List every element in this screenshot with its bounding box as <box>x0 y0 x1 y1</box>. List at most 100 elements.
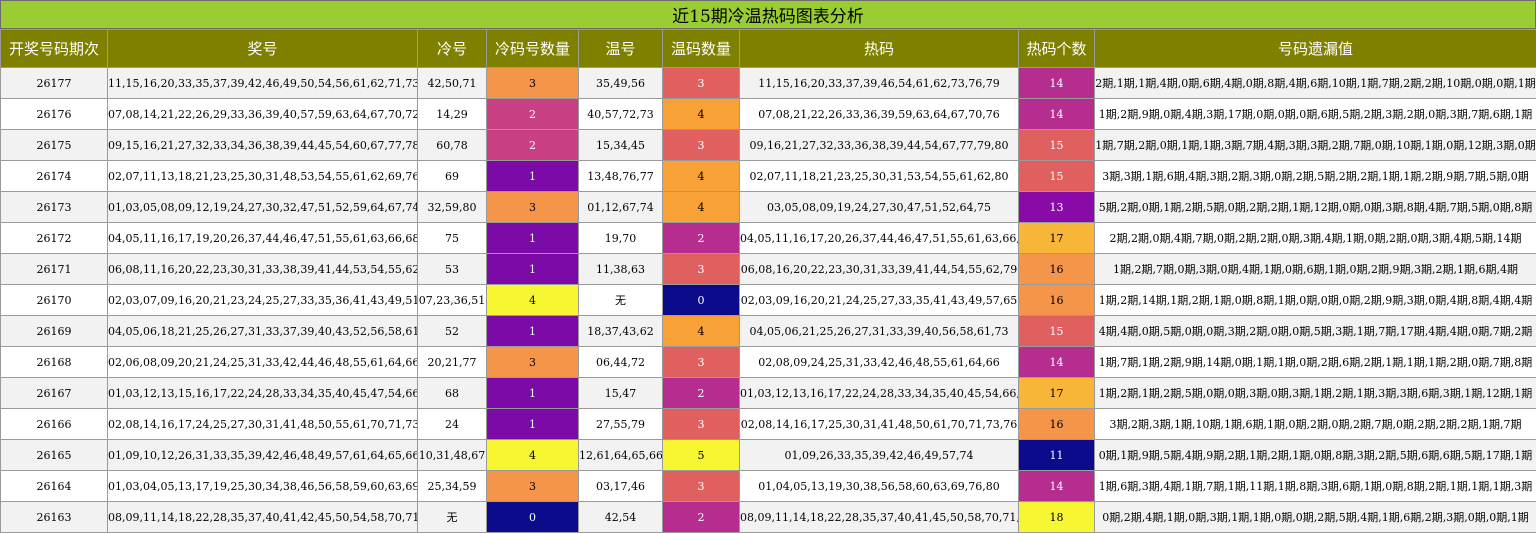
cell-cold: 25,34,59 <box>418 471 487 502</box>
cell-period: 26176 <box>1 99 108 130</box>
header-hot-count: 热码个数 <box>1019 30 1095 68</box>
table-row: 2616802,06,08,09,20,21,24,25,31,33,42,44… <box>1 347 1536 378</box>
cell-period: 26163 <box>1 502 108 533</box>
cell-hot: 01,04,05,13,19,30,38,56,58,60,63,69,76,8… <box>740 471 1019 502</box>
cell-warm-count: 4 <box>663 161 740 192</box>
cell-cold-count: 3 <box>487 347 579 378</box>
cell-warm: 15,47 <box>579 378 663 409</box>
cell-cold-count: 2 <box>487 130 579 161</box>
cell-hot: 02,08,09,24,25,31,33,42,46,48,55,61,64,6… <box>740 347 1019 378</box>
page-title: 近15期冷温热码图表分析 <box>0 0 1536 29</box>
cell-missing: 4期,4期,0期,5期,0期,0期,3期,2期,0期,0期,5期,3期,1期,7… <box>1095 316 1536 347</box>
cell-hot: 04,05,06,21,25,26,27,31,33,39,40,56,58,6… <box>740 316 1019 347</box>
cell-missing: 1期,2期,1期,2期,5期,0期,0期,3期,0期,3期,1期,2期,1期,3… <box>1095 378 1536 409</box>
cell-missing: 5期,2期,0期,1期,2期,5期,0期,2期,2期,1期,12期,0期,0期,… <box>1095 192 1536 223</box>
cell-warm-count: 3 <box>663 68 740 99</box>
cell-hot-count: 18 <box>1019 502 1095 533</box>
header-cold-count: 冷码号数量 <box>487 30 579 68</box>
cell-hot-count: 16 <box>1019 254 1095 285</box>
header-warm: 温号 <box>579 30 663 68</box>
cell-cold-count: 1 <box>487 316 579 347</box>
header-hot: 热码 <box>740 30 1019 68</box>
cell-hot-count: 11 <box>1019 440 1095 471</box>
table-row: 2617106,08,11,16,20,22,23,30,31,33,38,39… <box>1 254 1536 285</box>
cell-numbers: 02,08,14,16,17,24,25,27,30,31,41,48,50,5… <box>108 409 418 440</box>
cell-period: 26170 <box>1 285 108 316</box>
cell-hot: 01,09,26,33,35,39,42,46,49,57,74 <box>740 440 1019 471</box>
table-row: 2617301,03,05,08,09,12,19,24,27,30,32,47… <box>1 192 1536 223</box>
cell-period: 26174 <box>1 161 108 192</box>
cell-numbers: 08,09,11,14,18,22,28,35,37,40,41,42,45,5… <box>108 502 418 533</box>
cell-warm-count: 4 <box>663 99 740 130</box>
cell-cold: 20,21,77 <box>418 347 487 378</box>
cell-cold: 75 <box>418 223 487 254</box>
cell-numbers: 04,05,06,18,21,25,26,27,31,33,37,39,40,4… <box>108 316 418 347</box>
cell-missing: 0期,1期,9期,5期,4期,9期,2期,1期,2期,1期,0期,8期,3期,2… <box>1095 440 1536 471</box>
cell-hot: 04,05,11,16,17,20,26,37,44,46,47,51,55,6… <box>740 223 1019 254</box>
cell-warm: 27,55,79 <box>579 409 663 440</box>
table-row: 2616602,08,14,16,17,24,25,27,30,31,41,48… <box>1 409 1536 440</box>
cell-warm-count: 3 <box>663 409 740 440</box>
cell-hot-count: 14 <box>1019 99 1095 130</box>
cell-warm-count: 0 <box>663 285 740 316</box>
cell-hot-count: 16 <box>1019 285 1095 316</box>
cell-missing: 3期,3期,1期,6期,4期,3期,2期,3期,0期,2期,5期,2期,2期,1… <box>1095 161 1536 192</box>
table-row: 2617607,08,14,21,22,26,29,33,36,39,40,57… <box>1 99 1536 130</box>
cell-warm-count: 3 <box>663 130 740 161</box>
cell-missing: 1期,7期,1期,2期,9期,14期,0期,1期,1期,0期,2期,6期,2期,… <box>1095 347 1536 378</box>
cell-period: 26172 <box>1 223 108 254</box>
cell-hot: 03,05,08,09,19,24,27,30,47,51,52,64,75 <box>740 192 1019 223</box>
cell-numbers: 01,03,05,08,09,12,19,24,27,30,32,47,51,5… <box>108 192 418 223</box>
cell-missing: 1期,6期,3期,4期,1期,7期,1期,11期,1期,8期,3期,6期,1期,… <box>1095 471 1536 502</box>
cell-hot-count: 17 <box>1019 223 1095 254</box>
cell-period: 26173 <box>1 192 108 223</box>
cell-cold-count: 3 <box>487 192 579 223</box>
cell-hot: 01,03,12,13,16,17,22,24,28,33,34,35,40,4… <box>740 378 1019 409</box>
cell-hot-count: 15 <box>1019 316 1095 347</box>
cell-missing: 2期,2期,0期,4期,7期,0期,2期,2期,0期,3期,4期,1期,0期,2… <box>1095 223 1536 254</box>
cell-warm: 无 <box>579 285 663 316</box>
cell-warm: 18,37,43,62 <box>579 316 663 347</box>
cell-cold-count: 3 <box>487 471 579 502</box>
cell-period: 26169 <box>1 316 108 347</box>
cell-period: 26167 <box>1 378 108 409</box>
cell-period: 26166 <box>1 409 108 440</box>
table-row: 2616401,03,04,05,13,17,19,25,30,34,38,46… <box>1 471 1536 502</box>
cell-numbers: 02,06,08,09,20,21,24,25,31,33,42,44,46,4… <box>108 347 418 378</box>
cell-cold: 52 <box>418 316 487 347</box>
cell-numbers: 07,08,14,21,22,26,29,33,36,39,40,57,59,6… <box>108 99 418 130</box>
header-cold: 冷号 <box>418 30 487 68</box>
cell-warm: 35,49,56 <box>579 68 663 99</box>
table-row: 2616501,09,10,12,26,31,33,35,39,42,46,48… <box>1 440 1536 471</box>
cell-period: 26168 <box>1 347 108 378</box>
cell-cold: 07,23,36,51 <box>418 285 487 316</box>
table-body: 2617711,15,16,20,33,35,37,39,42,46,49,50… <box>1 68 1536 533</box>
cell-hot: 02,08,14,16,17,25,30,31,41,48,50,61,70,7… <box>740 409 1019 440</box>
cell-numbers: 09,15,16,21,27,32,33,34,36,38,39,44,45,5… <box>108 130 418 161</box>
header-numbers: 奖号 <box>108 30 418 68</box>
cell-hot-count: 17 <box>1019 378 1095 409</box>
cell-numbers: 01,03,12,13,15,16,17,22,24,28,33,34,35,4… <box>108 378 418 409</box>
cell-warm-count: 3 <box>663 254 740 285</box>
cell-cold-count: 1 <box>487 161 579 192</box>
cell-warm-count: 4 <box>663 316 740 347</box>
cell-hot: 11,15,16,20,33,37,39,46,54,61,62,73,76,7… <box>740 68 1019 99</box>
analysis-table: 开奖号码期次 奖号 冷号 冷码号数量 温号 温码数量 热码 热码个数 号码遗漏值… <box>0 29 1536 533</box>
cell-period: 26175 <box>1 130 108 161</box>
cell-cold: 10,31,48,67 <box>418 440 487 471</box>
cell-hot: 02,07,11,18,21,23,25,30,31,53,54,55,61,6… <box>740 161 1019 192</box>
cell-hot-count: 14 <box>1019 471 1095 502</box>
cell-cold-count: 0 <box>487 502 579 533</box>
cell-warm-count: 2 <box>663 502 740 533</box>
cell-warm: 01,12,67,74 <box>579 192 663 223</box>
cell-warm: 40,57,72,73 <box>579 99 663 130</box>
cell-missing: 3期,2期,3期,1期,10期,1期,6期,1期,0期,2期,0期,2期,7期,… <box>1095 409 1536 440</box>
cell-numbers: 02,03,07,09,16,20,21,23,24,25,27,33,35,3… <box>108 285 418 316</box>
cell-warm-count: 2 <box>663 378 740 409</box>
cell-hot: 08,09,11,14,18,22,28,35,37,40,41,45,50,5… <box>740 502 1019 533</box>
cell-warm-count: 3 <box>663 471 740 502</box>
cell-cold: 69 <box>418 161 487 192</box>
cell-cold-count: 4 <box>487 285 579 316</box>
cell-hot: 02,03,09,16,20,21,24,25,27,33,35,41,43,4… <box>740 285 1019 316</box>
cell-cold-count: 1 <box>487 409 579 440</box>
